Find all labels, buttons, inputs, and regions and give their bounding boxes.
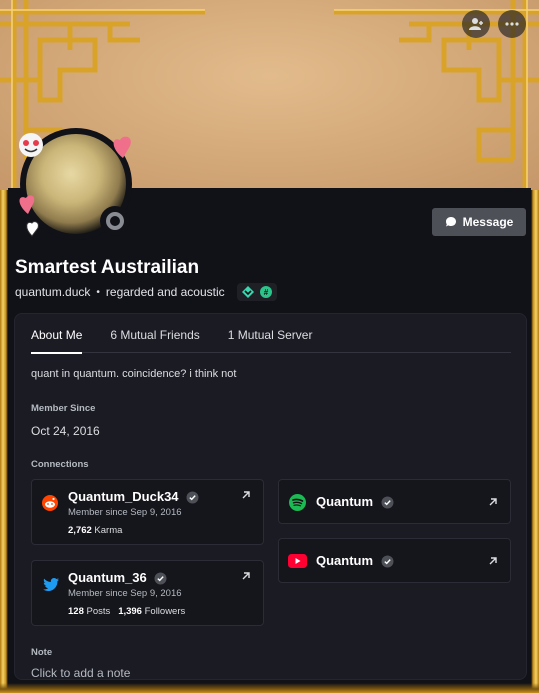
- connection-name: Quantum_Duck34: [68, 489, 199, 504]
- message-button-label: Message: [462, 215, 514, 229]
- username[interactable]: quantum.duck: [15, 285, 90, 299]
- connection-stats: 2,762 Karma: [68, 525, 123, 536]
- message-button[interactable]: Message: [432, 208, 526, 236]
- heart-eyes-emoji-icon: [19, 133, 43, 157]
- avatar[interactable]: [14, 122, 138, 246]
- profile-tabs: About Me 6 Mutual Friends 1 Mutual Serve…: [31, 328, 511, 354]
- youtube-icon: [288, 554, 307, 568]
- offline-status-icon: [106, 212, 124, 230]
- verified-icon: [154, 572, 167, 585]
- external-link-icon[interactable]: [488, 497, 498, 507]
- active-developer-badge-icon[interactable]: #: [259, 285, 273, 299]
- heart-decoration-icon: [113, 136, 131, 158]
- hypesquad-badge-icon[interactable]: [241, 285, 255, 299]
- add-friend-button[interactable]: [462, 10, 490, 38]
- external-link-icon[interactable]: [241, 490, 251, 500]
- profile-card: About Me 6 Mutual Friends 1 Mutual Serve…: [14, 313, 527, 680]
- member-since-value: Oct 24, 2016: [31, 424, 100, 438]
- connection-member-since: Member since Sep 9, 2016: [68, 588, 182, 599]
- person-add-icon: [469, 18, 483, 30]
- connection-spotify[interactable]: Quantum: [278, 479, 511, 524]
- status-indicator: [100, 206, 130, 236]
- connection-stats: 128 Posts 1,396 Followers: [68, 606, 186, 617]
- svg-text:#: #: [263, 288, 268, 297]
- chat-bubble-icon: [445, 217, 456, 227]
- connections-label: Connections: [31, 459, 89, 470]
- tab-about-me[interactable]: About Me: [31, 328, 83, 354]
- bottom-gold-border: [0, 683, 539, 693]
- verified-icon: [381, 555, 394, 568]
- display-name: Smartest Austrailian: [15, 257, 200, 278]
- note-input[interactable]: Click to add a note: [31, 666, 130, 680]
- connection-name: Quantum_36: [68, 570, 167, 585]
- connection-reddit[interactable]: Quantum_Duck34 Member since Sep 9, 2016 …: [31, 479, 264, 545]
- tab-mutual-servers[interactable]: 1 Mutual Server: [228, 328, 313, 352]
- more-icon: [505, 22, 519, 26]
- connection-name: Quantum: [316, 553, 394, 568]
- verified-icon: [186, 491, 199, 504]
- profile-subline: quantum.duck • regarded and acoustic #: [15, 283, 277, 301]
- connection-name: Quantum: [316, 494, 394, 509]
- tab-mutual-friends[interactable]: 6 Mutual Friends: [110, 328, 199, 352]
- more-options-button[interactable]: [498, 10, 526, 38]
- pronouns: regarded and acoustic: [105, 285, 225, 299]
- reddit-icon: [42, 495, 58, 511]
- spotify-icon: [289, 494, 306, 511]
- twitter-icon: [43, 578, 59, 591]
- separator-dot: •: [96, 286, 100, 298]
- external-link-icon[interactable]: [241, 571, 251, 581]
- connection-member-since: Member since Sep 9, 2016: [68, 507, 182, 518]
- profile-badges: #: [236, 283, 277, 301]
- about-me-text: quant in quantum. coincidence? i think n…: [31, 368, 237, 380]
- verified-icon: [381, 496, 394, 509]
- external-link-icon[interactable]: [488, 556, 498, 566]
- member-since-label: Member Since: [31, 403, 96, 414]
- connection-twitter[interactable]: Quantum_36 Member since Sep 9, 2016 128 …: [31, 560, 264, 626]
- connection-youtube[interactable]: Quantum: [278, 538, 511, 583]
- heart-decoration-icon: [19, 195, 39, 237]
- profile-window: Message Smartest Austrailian quantum.duc…: [0, 0, 539, 693]
- note-label: Note: [31, 647, 53, 658]
